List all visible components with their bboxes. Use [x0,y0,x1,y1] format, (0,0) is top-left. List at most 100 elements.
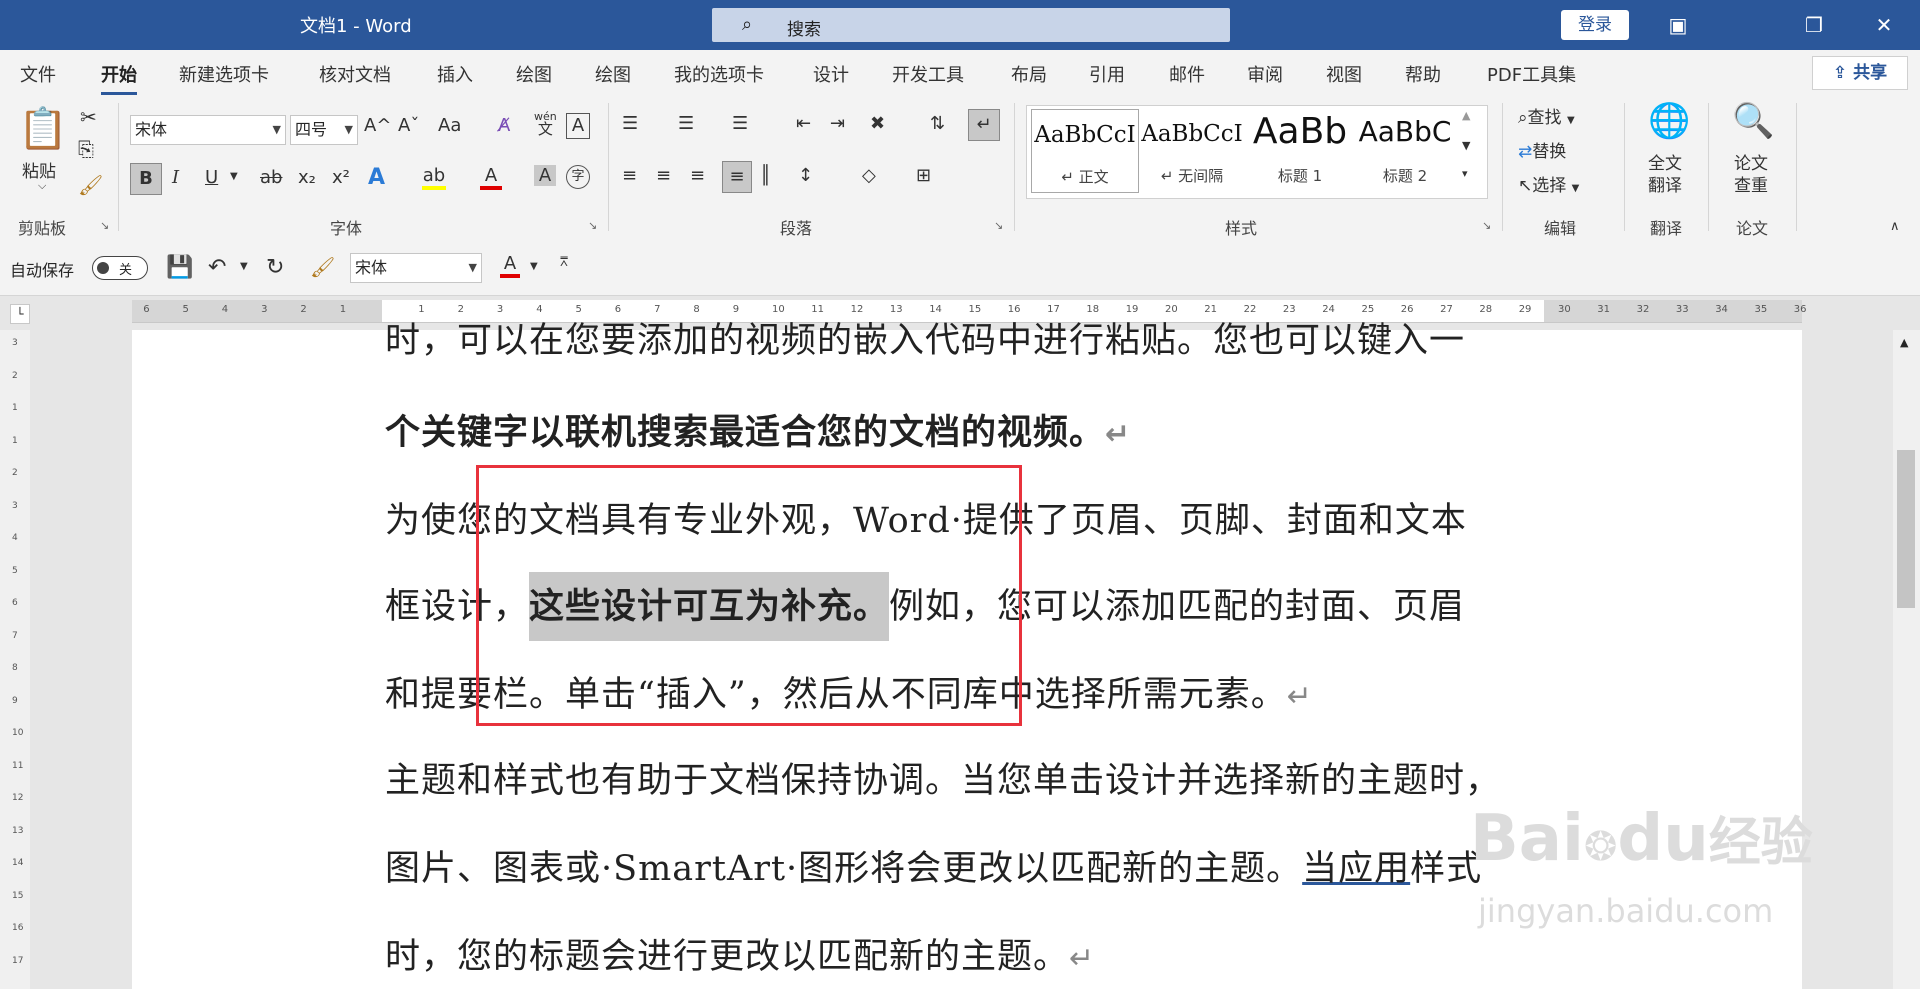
scroll-up-icon[interactable]: ▲ [1900,336,1908,349]
vertical-ruler[interactable]: 3 2 1 1 2 3 4 5 6 7 8 9 10 11 12 13 14 15 16 17 [0,330,30,989]
paper-check-icon[interactable]: 🔍 [1732,101,1774,141]
highlight-icon[interactable]: ab [422,165,446,190]
line-spacing-icon[interactable]: ↕ [798,165,813,186]
replace-button[interactable]: ⇄替换 [1518,137,1566,162]
styles-launcher-icon[interactable]: ↘ [1482,219,1491,232]
character-border-icon[interactable]: A [566,113,590,139]
style-heading-1[interactable]: AaBb 标题 1 [1247,109,1353,191]
full-translate-button[interactable]: 全文 翻译 [1648,153,1682,197]
font-size-select[interactable]: 四号 ▼ [290,115,358,145]
shading-icon[interactable]: ◇ [862,165,876,186]
translate-icon[interactable]: 🌐 [1648,101,1690,141]
chinese-layout-icon[interactable]: ✖ [870,113,885,134]
tab-mailings[interactable]: 邮件 [1169,61,1205,87]
qat-font-select[interactable]: 宋体 ▼ [350,253,482,283]
align-center-icon[interactable]: ≡ [656,165,671,186]
font-color-dropdown-icon[interactable]: ▼ [530,261,538,272]
redo-icon[interactable]: ↻ [266,255,284,280]
find-button[interactable]: ⌕查找 ▼ [1518,103,1575,128]
undo-dropdown-icon[interactable]: ▼ [240,261,248,272]
numbering-icon[interactable]: ☰ [678,113,694,134]
distributed-icon[interactable]: ║ [760,165,771,186]
change-case-icon[interactable]: Aa [438,115,461,136]
horizontral-ruler[interactable]: 6 5 4 3 2 1 1 2 3 4 5 6 7 8 9 10 11 12 13 14 15 16 17 18 19 20 21 2… [132,300,1807,323]
tab-draw-2[interactable]: 绘图 [595,61,631,87]
save-icon[interactable]: 💾 [166,255,193,280]
style-heading-2[interactable]: AaBbC 标题 2 [1355,109,1455,191]
close-window-icon[interactable]: ✕ [1866,10,1902,40]
increase-indent-icon[interactable]: ⇥ [830,113,845,134]
copy-icon[interactable]: ⎘ [78,137,94,161]
tab-home[interactable]: 开始 [101,61,137,95]
qat-font-color-icon[interactable]: A [500,253,520,278]
select-button[interactable]: ↖选择 ▼ [1518,171,1579,196]
decrease-indent-icon[interactable]: ⇤ [796,113,811,134]
strikethrough-button[interactable]: ab [260,167,282,188]
justify-icon[interactable]: ≡ [722,161,752,193]
tab-insert[interactable]: 插入 [437,61,473,87]
tab-check-document[interactable]: 核对文档 [319,61,391,87]
tab-help[interactable]: 帮助 [1405,61,1441,87]
style-no-spacing[interactable]: AaBbCcI ↵ 无间隔 [1139,109,1245,191]
autosave-toggle[interactable]: 关 [92,256,148,280]
subscript-button[interactable]: x₂ [298,167,316,188]
restore-window-icon[interactable]: ❐ [1796,10,1832,40]
login-button[interactable]: 登录 [1561,10,1629,40]
text-effects-icon[interactable]: A [368,165,385,190]
scrollbar-thumb[interactable] [1897,450,1915,608]
styles-scroll-up-icon[interactable]: ▲ [1462,109,1470,122]
paste-dropdown-icon[interactable]: ⌵ [38,179,46,193]
clear-formatting-icon[interactable]: A̸ [498,115,510,136]
paragraph-launcher-icon[interactable]: ↘ [994,219,1003,232]
ribbon-display-options-icon[interactable]: ▣ [1660,10,1696,40]
tab-new-tab[interactable]: 新建选项卡 [179,61,269,87]
font-name-select[interactable]: 宋体 ▼ [130,115,286,145]
tab-pdf-tools[interactable]: PDF工具集 [1487,61,1576,87]
tab-references[interactable]: 引用 [1089,61,1125,87]
search-box[interactable]: ⌕ 搜索 [712,8,1230,42]
tab-developer[interactable]: 开发工具 [892,61,964,87]
underline-button[interactable]: U [205,167,218,188]
tab-layout[interactable]: 布局 [1011,61,1047,87]
tab-view[interactable]: 视图 [1326,61,1362,87]
share-button[interactable]: ⇪ 共享 [1812,56,1908,90]
grow-font-icon[interactable]: A^ [364,115,391,136]
borders-icon[interactable]: ⊞ [916,165,931,186]
customize-qat-icon[interactable]: ⩞ [560,255,568,270]
font-color-icon[interactable]: A [480,165,502,190]
bold-button[interactable]: B [130,163,162,195]
paste-icon[interactable]: 📋 [18,105,68,152]
vertical-scrollbar[interactable]: ▲ [1893,330,1920,989]
paper-check-button[interactable]: 论文 查重 [1734,153,1768,197]
clipboard-launcher-icon[interactable]: ↘ [100,219,109,232]
tab-review[interactable]: 审阅 [1247,61,1283,87]
font-launcher-icon[interactable]: ↘ [588,219,597,232]
enclose-characters-icon[interactable]: 字 [566,165,590,189]
collapse-ribbon-icon[interactable]: ∧ [1890,219,1900,234]
tab-selector-icon[interactable]: └ [10,304,30,324]
underline-dropdown-icon[interactable]: ▼ [230,171,238,182]
italic-button[interactable]: I [172,167,179,188]
align-right-icon[interactable]: ≡ [690,165,705,186]
tab-file[interactable]: 文件 [20,61,56,87]
format-painter-icon[interactable]: 🖌 [78,173,103,197]
sort-icon[interactable]: ⇅ [930,113,945,134]
phonetic-guide-icon[interactable]: wén 文 [534,111,557,137]
vruler-number: 6 [12,598,18,608]
tab-draw[interactable]: 绘图 [516,61,552,87]
align-left-icon[interactable]: ≡ [622,165,637,186]
styles-more-icon[interactable]: ▾ [1462,167,1468,180]
superscript-button[interactable]: x² [332,167,350,188]
style-normal[interactable]: AaBbCcI ↵ 正文 [1031,109,1139,193]
format-painter-icon[interactable]: 🖌 [310,255,335,279]
character-shading-icon[interactable]: A [534,165,556,186]
show-formatting-marks-icon[interactable]: ↵ [968,109,1000,141]
bullets-icon[interactable]: ☰ [622,113,638,134]
cut-icon[interactable]: ✂ [80,105,97,129]
styles-scroll-down-icon[interactable]: ▼ [1462,139,1470,152]
undo-icon[interactable]: ↶ [208,255,226,280]
tab-design[interactable]: 设计 [813,61,849,87]
shrink-font-icon[interactable]: Aˇ [398,115,419,136]
tab-my-tab[interactable]: 我的选项卡 [674,61,764,87]
multilevel-list-icon[interactable]: ☰ [732,113,748,134]
